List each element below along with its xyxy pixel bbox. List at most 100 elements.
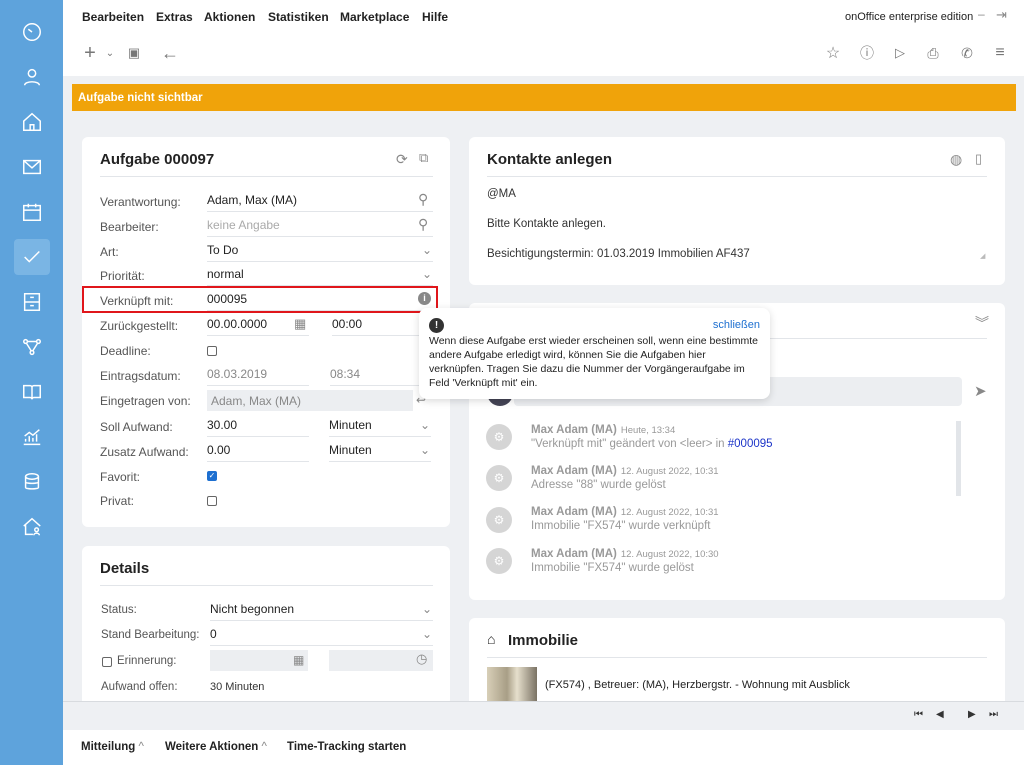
sidebar-item-database[interactable] — [14, 464, 50, 500]
save-icon[interactable]: ▣ — [123, 42, 145, 64]
zurueck-time-field[interactable]: 00:00 — [332, 316, 422, 336]
privat-checkbox[interactable] — [207, 496, 217, 506]
house-person-icon — [23, 517, 41, 536]
logout-icon[interactable]: ⇥ — [996, 7, 1007, 23]
sidebar-item-tasks[interactable] — [14, 239, 50, 275]
sidebar-item-files[interactable] — [14, 284, 50, 320]
back-arrow-icon[interactable]: ← — [159, 42, 181, 64]
activity-avatar: ⚙ — [486, 507, 512, 533]
chevron-down-icon: ⌄ — [422, 243, 433, 257]
art-select[interactable]: To Do — [207, 242, 433, 262]
label-favorit: Favorit: — [100, 470, 141, 484]
star-icon[interactable]: ☆ — [822, 42, 844, 64]
info-icon[interactable]: i — [418, 292, 431, 305]
calendar-icon — [23, 203, 41, 221]
zusatz-field[interactable]: 0.00 — [207, 442, 309, 462]
person-icon — [23, 68, 41, 86]
cabinet-icon — [23, 293, 41, 311]
favorit-checkbox[interactable]: ✓ — [207, 471, 217, 481]
database-icon — [24, 473, 40, 490]
sidebar-item-properties[interactable] — [14, 104, 50, 140]
mitteilung-button[interactable]: Mitteilung ^ — [81, 741, 144, 753]
label-eintrag: Eintragsdatum: — [100, 369, 181, 383]
print-icon[interactable]: ⎙ — [922, 42, 944, 64]
property-thumbnail[interactable] — [487, 667, 537, 701]
sidebar-item-knowledge[interactable] — [14, 374, 50, 410]
send-icon[interactable]: ➤ — [974, 382, 987, 400]
document-icon[interactable]: ▯ — [975, 151, 982, 167]
weitere-aktionen-button[interactable]: Weitere Aktionen ^ — [165, 741, 267, 753]
sidebar-item-property-management[interactable] — [14, 509, 50, 545]
sidebar-item-email[interactable] — [14, 149, 50, 185]
check-icon — [24, 250, 40, 263]
bearbeiter-field[interactable]: keine Angabe — [207, 217, 433, 237]
calendar-icon[interactable]: ▦ — [294, 316, 306, 332]
sidebar-item-statistics[interactable] — [14, 419, 50, 455]
menu-statistiken[interactable]: Statistiken — [268, 10, 329, 24]
search-icon[interactable]: ⚲ — [418, 216, 428, 233]
label-zurueck: Zurückgestellt: — [100, 319, 179, 333]
collapse-chevrons-icon[interactable]: ︾ — [975, 313, 989, 333]
label-privat: Privat: — [100, 494, 135, 508]
chevron-down-icon: ⌄ — [422, 267, 433, 281]
menu-hilfe[interactable]: Hilfe — [422, 10, 448, 24]
status-select[interactable]: Nicht begonnen — [210, 601, 433, 621]
globe-icon[interactable]: ◍ — [950, 151, 962, 168]
label-deadline: Deadline: — [100, 344, 151, 358]
soll-unit-select[interactable]: Minuten — [329, 417, 431, 437]
record-navigation-bar: ⏮ ◀ ▶ ⏭ — [63, 701, 1024, 730]
label-eingetragen: Eingetragen von: — [100, 394, 191, 408]
next-record-icon[interactable]: ▶ — [968, 709, 976, 720]
chevron-down-icon[interactable]: ⌄ — [99, 42, 121, 64]
label-verknuepft: Verknüpft mit: — [100, 294, 174, 308]
chevron-up-icon: ^ — [261, 741, 267, 753]
last-record-icon[interactable]: ⏭ — [989, 709, 998, 720]
sidebar-item-addresses[interactable] — [14, 59, 50, 95]
resize-handle-icon[interactable]: ◢ — [980, 252, 985, 260]
property-entry[interactable]: (FX574) , Betreuer: (MA), Herzbergstr. -… — [545, 679, 850, 691]
menu-aktionen[interactable]: Aktionen — [204, 10, 255, 24]
sidebar — [0, 0, 63, 765]
minimize-icon[interactable]: – — [978, 7, 985, 21]
scrollbar[interactable] — [956, 421, 961, 496]
toolbar: + ⌄ ▣ ← ☆ ⓘ ▷ ⎙ ✆ ≡ — [63, 36, 1024, 76]
close-tooltip-link[interactable]: schließen — [713, 318, 760, 332]
refresh-icon[interactable]: ⟳ — [396, 151, 408, 168]
copy-icon[interactable]: ⧉ — [419, 150, 428, 166]
edition-label: onOffice enterprise edition — [845, 11, 974, 23]
add-icon[interactable]: + — [79, 42, 101, 64]
chevron-down-icon: ⌄ — [420, 418, 431, 432]
search-icon[interactable]: ⚲ — [418, 191, 428, 208]
erinnerung-checkbox[interactable] — [102, 657, 112, 667]
label-prioritaet: Priorität: — [100, 269, 145, 283]
activity-avatar: ⚙ — [486, 465, 512, 491]
verknuepft-field[interactable]: 000095 — [207, 291, 433, 311]
task-link[interactable]: #000095 — [728, 438, 773, 450]
menu-marketplace[interactable]: Marketplace — [340, 10, 409, 24]
stand-select[interactable]: 0 — [210, 626, 433, 646]
sidebar-item-processes[interactable] — [14, 329, 50, 365]
menu-extras[interactable]: Extras — [156, 10, 193, 24]
calendar-icon[interactable]: ▦ — [293, 653, 304, 667]
previous-record-icon[interactable]: ◀ — [936, 709, 944, 720]
activity-text: Immobilie "FX574" wurde verknüpft — [531, 520, 711, 532]
play-icon[interactable]: ▷ — [889, 42, 911, 64]
deadline-checkbox[interactable] — [207, 346, 217, 356]
soll-field[interactable]: 30.00 — [207, 417, 309, 437]
prioritaet-select[interactable]: normal — [207, 266, 433, 286]
activity-avatar: ⚙ — [486, 424, 512, 450]
zusatz-unit-select[interactable]: Minuten — [329, 442, 431, 462]
verantwortung-field[interactable]: Adam, Max (MA) — [207, 192, 433, 212]
clock-icon[interactable]: ◷ — [416, 651, 427, 667]
sidebar-item-dashboard[interactable] — [14, 14, 50, 50]
time-tracking-button[interactable]: Time-Tracking starten — [287, 741, 406, 753]
help-icon[interactable]: ⓘ — [856, 42, 878, 64]
sidebar-item-calendar[interactable] — [14, 194, 50, 230]
phone-icon[interactable]: ✆ — [956, 42, 978, 64]
task-title: Aufgabe 000097 — [100, 151, 215, 168]
visibility-banner: Aufgabe nicht sichtbar — [72, 84, 1016, 111]
hamburger-menu-icon[interactable]: ≡ — [989, 42, 1011, 64]
first-record-icon[interactable]: ⏮ — [914, 709, 923, 720]
menu-bearbeiten[interactable]: Bearbeiten — [82, 10, 144, 24]
eintrag-date: 08.03.2019 — [207, 366, 309, 386]
